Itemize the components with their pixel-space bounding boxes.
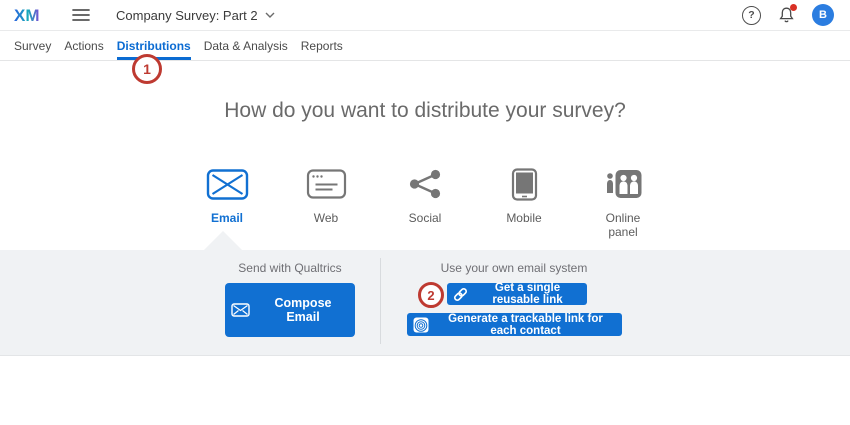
web-browser-icon	[306, 166, 346, 202]
own-email-system-label: Use your own email system	[404, 261, 624, 275]
channel-mobile[interactable]: Mobile	[475, 166, 574, 240]
notification-dot	[790, 4, 797, 11]
tab-survey[interactable]: Survey	[14, 32, 51, 60]
distribution-channels: Email Web	[178, 166, 673, 240]
tab-reports[interactable]: Reports	[301, 32, 343, 60]
nav-tab-bar: Survey Actions Distributions Data & Anal…	[0, 32, 850, 61]
annotation-step-2-badge: 2	[418, 282, 444, 308]
hamburger-menu-icon[interactable]	[72, 8, 90, 22]
qualtrics-distributions-page: XM Company Survey: Part 2 ? B	[0, 0, 850, 425]
tab-data-analysis[interactable]: Data & Analysis	[204, 32, 288, 60]
survey-title-dropdown[interactable]: Company Survey: Part 2	[116, 8, 275, 23]
channel-email-label: Email	[211, 211, 243, 225]
link-icon	[453, 287, 468, 302]
single-reusable-link-button-label: Get a single reusable link	[474, 282, 581, 306]
envelope-icon	[231, 303, 250, 317]
online-panel-people-icon	[605, 166, 641, 202]
annotation-step-1-badge: 1	[132, 54, 162, 84]
compose-email-button-label: Compose Email	[257, 296, 349, 324]
channel-email[interactable]: Email	[178, 166, 277, 240]
trackable-link-button-label: Generate a trackable link for each conta…	[435, 313, 616, 337]
top-bar: XM Company Survey: Part 2 ? B	[0, 0, 850, 31]
user-avatar[interactable]: B	[812, 4, 834, 26]
panel-divider	[380, 258, 381, 344]
trackable-link-button[interactable]: Generate a trackable link for each conta…	[407, 313, 622, 336]
fingerprint-icon	[413, 317, 429, 333]
mobile-device-icon	[511, 166, 537, 202]
notifications-bell-icon[interactable]	[778, 6, 795, 24]
channel-web[interactable]: Web	[277, 166, 376, 240]
channel-online-panel-label: Online panel	[597, 211, 649, 240]
topbar-right: ? B	[742, 4, 836, 26]
email-icon	[206, 166, 248, 202]
channel-online-panel[interactable]: Online panel	[574, 166, 673, 240]
selected-channel-notch	[204, 231, 242, 250]
xm-logo[interactable]: XM	[14, 5, 50, 25]
channel-web-label: Web	[314, 211, 338, 225]
help-icon[interactable]: ?	[742, 6, 761, 25]
channel-mobile-label: Mobile	[506, 211, 541, 225]
chevron-down-icon	[265, 12, 275, 18]
channel-social-label: Social	[409, 211, 442, 225]
channel-social[interactable]: Social	[376, 166, 475, 240]
single-reusable-link-button[interactable]: Get a single reusable link	[447, 283, 587, 305]
page-title: How do you want to distribute your surve…	[0, 99, 850, 123]
send-with-qualtrics-label: Send with Qualtrics	[215, 261, 365, 275]
xm-logo-text: XM	[14, 6, 40, 25]
tab-actions[interactable]: Actions	[64, 32, 103, 60]
share-network-icon	[408, 166, 442, 202]
compose-email-button[interactable]: Compose Email	[225, 283, 355, 337]
survey-title-text: Company Survey: Part 2	[116, 8, 258, 23]
